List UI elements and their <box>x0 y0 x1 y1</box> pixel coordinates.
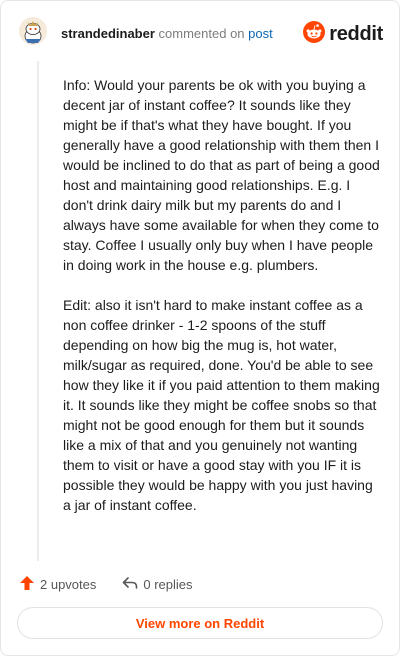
comment-paragraph-2: Edit: also it isn't hard to make instant… <box>63 297 380 513</box>
comment-body: Info: Would your parents be ok with you … <box>63 75 381 535</box>
reddit-logo-icon <box>303 21 326 48</box>
upvote-button[interactable]: 2 upvotes <box>19 575 96 594</box>
post-link[interactable]: post <box>248 26 273 41</box>
reddit-brand[interactable]: reddit <box>303 21 383 48</box>
upvote-arrow-icon <box>19 575 35 594</box>
embedded-comment-card: strandedinaber commented on post reddit <box>0 0 400 656</box>
comment-actions: 2 upvotes 0 replies <box>19 573 219 595</box>
commented-on-label: commented on <box>158 26 245 41</box>
reddit-wordmark: reddit <box>329 23 383 45</box>
replies-button[interactable]: 0 replies <box>122 575 193 594</box>
comment-header: strandedinaber commented on post reddit <box>1 1 399 61</box>
user-avatar-icon[interactable] <box>19 17 47 45</box>
comment-meta: strandedinaber commented on post <box>61 26 273 42</box>
username-link[interactable]: strandedinaber <box>61 26 155 41</box>
upvote-count: 2 upvotes <box>40 576 97 592</box>
comment-paragraph-1: Info: Would your parents be ok with you … <box>63 77 380 273</box>
view-more-on-reddit-button[interactable]: View more on Reddit <box>17 607 383 639</box>
comment-thread-line: Info: Would your parents be ok with you … <box>37 61 381 561</box>
replies-count: 0 replies <box>143 576 193 592</box>
reply-arrow-icon <box>122 575 138 594</box>
